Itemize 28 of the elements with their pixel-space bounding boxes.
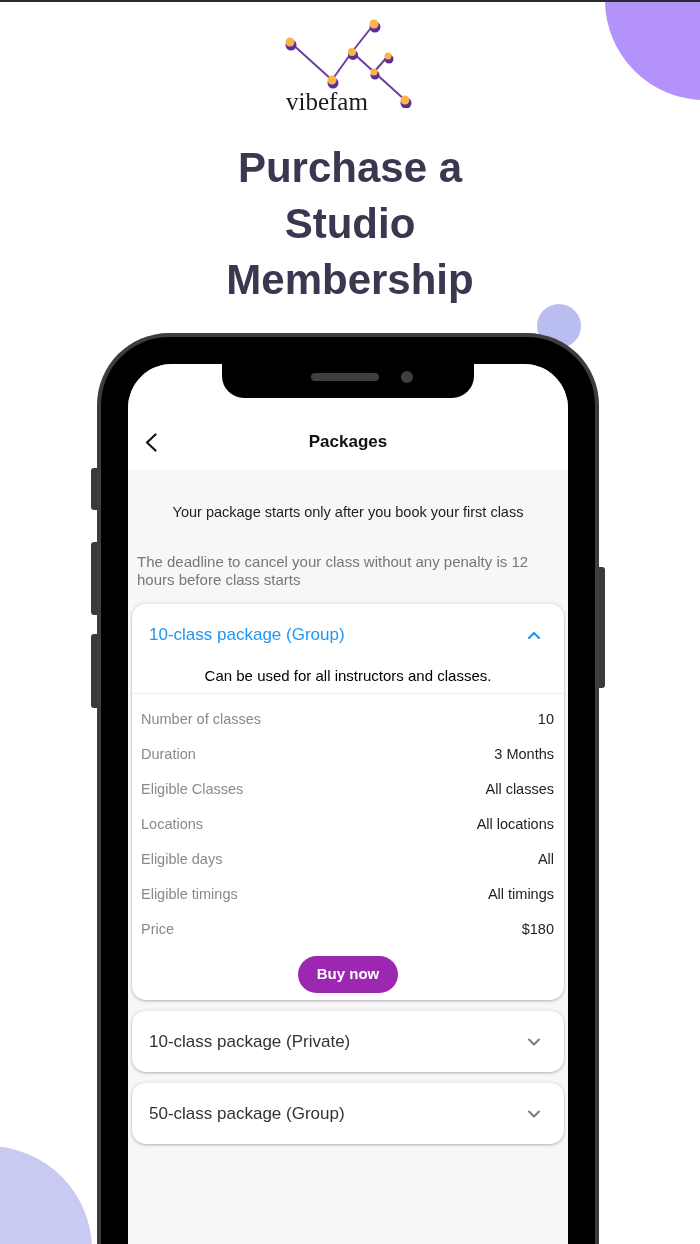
logo-wordmark: vibefam bbox=[286, 88, 368, 116]
package-title[interactable]: 10-class package (Private) bbox=[149, 1030, 351, 1053]
detail-label: Eligible timings bbox=[141, 884, 238, 904]
speaker-grille bbox=[311, 373, 379, 381]
buy-now-button[interactable]: Buy now bbox=[298, 956, 398, 993]
detail-label: Price bbox=[141, 919, 175, 939]
detail-value: $180 bbox=[521, 919, 554, 939]
package-description: Can be used for all instructors and classes. bbox=[132, 665, 564, 694]
detail-label: Number of classes bbox=[141, 709, 262, 729]
detail-value: All bbox=[537, 849, 554, 869]
detail-value: All classes bbox=[485, 779, 554, 799]
detail-value: 3 Months bbox=[494, 744, 554, 764]
package-title[interactable]: 50-class package (Group) bbox=[149, 1102, 345, 1125]
detail-label: Eligible days bbox=[141, 849, 223, 869]
start-notice: Your package starts only after you book your first class bbox=[171, 503, 525, 522]
chevron-down-icon[interactable] bbox=[528, 1037, 540, 1046]
chevron-up-icon[interactable] bbox=[528, 630, 540, 639]
headline: Purchase a Studio Membership bbox=[225, 143, 475, 305]
detail-value: All locations bbox=[476, 814, 554, 834]
cancellation-notice: The deadline to cancel your class without any penalty is 12 hours before class starts bbox=[137, 553, 530, 589]
detail-label: Duration bbox=[141, 744, 196, 764]
detail-label: Eligible Classes bbox=[141, 779, 244, 799]
screen-title: Packages bbox=[308, 431, 388, 453]
back-icon[interactable] bbox=[145, 433, 157, 452]
detail-value: All timings bbox=[487, 884, 554, 904]
detail-label: Locations bbox=[141, 814, 204, 834]
chevron-down-icon[interactable] bbox=[528, 1109, 540, 1118]
detail-value: 10 bbox=[537, 709, 554, 729]
